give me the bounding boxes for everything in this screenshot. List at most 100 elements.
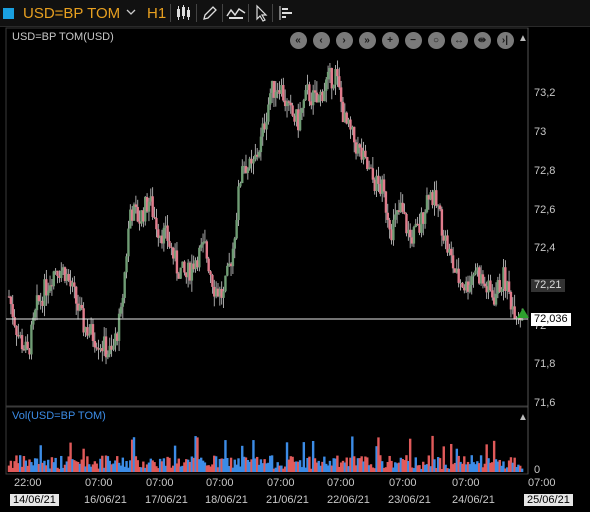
- candle-body: [91, 324, 95, 341]
- candle-body: [26, 341, 29, 349]
- x-time-label: 07:00: [206, 477, 234, 489]
- volume-bar: [520, 468, 524, 472]
- candle-body: [274, 92, 278, 98]
- x-date-label: 16/06/21: [84, 494, 127, 506]
- candle-body: [336, 69, 339, 77]
- candle-body: [265, 121, 268, 130]
- x-time-label: 07:00: [85, 477, 113, 489]
- candle-body: [30, 324, 33, 355]
- candle-body: [450, 248, 453, 256]
- candle-body: [481, 274, 485, 284]
- candle-body: [313, 90, 317, 93]
- candle-body: [88, 333, 91, 336]
- zoom-out-icon[interactable]: −: [402, 30, 424, 50]
- candle-body: [377, 175, 380, 184]
- candle-body: [231, 248, 235, 267]
- last-icon[interactable]: »: [356, 30, 378, 50]
- x-time-label: 22:00: [14, 477, 42, 489]
- candle-body: [287, 101, 291, 103]
- candle-body: [394, 214, 397, 220]
- x-date-label: 24/06/21: [452, 494, 495, 506]
- expand-icon[interactable]: ↔: [448, 30, 470, 50]
- crosshair-price-tag: 72,036: [531, 313, 571, 326]
- candle-body: [323, 90, 326, 102]
- y-tick-label: 71,6: [534, 397, 556, 409]
- x-date-label: 22/06/21: [327, 494, 370, 506]
- chart-canvas[interactable]: [0, 0, 590, 512]
- compress-icon[interactable]: ⇹: [471, 30, 493, 50]
- candle-body: [408, 229, 412, 238]
- play-icon[interactable]: ›: [333, 30, 355, 50]
- y-tick-label: 72,6: [534, 204, 556, 216]
- candle-body: [106, 354, 110, 358]
- candle-body: [435, 190, 438, 206]
- candle-body: [412, 227, 416, 244]
- x-time-label: 07:00: [267, 477, 295, 489]
- candle-body: [257, 152, 261, 157]
- candle-body: [211, 274, 214, 287]
- candle-body: [226, 265, 229, 276]
- x-date-label: 25/06/21: [524, 494, 573, 506]
- x-time-label: 07:00: [528, 477, 556, 489]
- first-icon[interactable]: «: [287, 30, 309, 50]
- candle-body: [259, 136, 263, 153]
- candle-body: [153, 216, 156, 218]
- price-panel-frame: [5, 27, 529, 407]
- candle-body: [300, 108, 304, 113]
- collapse-volume-panel-icon[interactable]: ▲: [517, 412, 529, 424]
- candle-body: [155, 217, 158, 230]
- candle-body: [474, 270, 477, 275]
- candle-body: [289, 102, 292, 106]
- candle-body: [119, 306, 123, 314]
- candle-body: [20, 335, 24, 350]
- volume-bar: [302, 442, 306, 472]
- prev-icon[interactable]: ‹: [310, 30, 332, 50]
- candle-body: [246, 168, 250, 173]
- candle-body: [358, 144, 361, 148]
- candle-body: [269, 93, 272, 105]
- candle-body: [267, 104, 270, 122]
- x-time-label: 07:00: [452, 477, 480, 489]
- x-time-label: 07:00: [389, 477, 417, 489]
- candle-body: [15, 325, 18, 335]
- candle-body: [201, 242, 205, 245]
- y-tick-label: 71,8: [534, 358, 556, 370]
- last-price-tag: 72,21: [531, 279, 565, 292]
- collapse-price-panel-icon[interactable]: ▲: [517, 33, 529, 45]
- candle-body: [364, 150, 367, 158]
- candle-body: [513, 306, 516, 320]
- candle-body: [298, 112, 302, 131]
- candle-body: [423, 212, 427, 224]
- candle-body: [209, 271, 212, 275]
- candle-body: [317, 95, 320, 103]
- candle-body: [338, 76, 341, 88]
- candle-body: [388, 219, 391, 230]
- candle-body: [60, 270, 63, 279]
- candle-body: [175, 250, 179, 274]
- candle-body: [308, 84, 311, 102]
- candle-body: [170, 246, 173, 248]
- volume-zero-label: 0: [534, 464, 541, 476]
- candle-body: [371, 168, 375, 180]
- candle-body: [80, 304, 83, 309]
- price-panel-label: USD=BP TOM(USD): [12, 31, 114, 43]
- x-date-label: 18/06/21: [205, 494, 248, 506]
- candle-body: [520, 319, 524, 321]
- candle-body: [291, 105, 294, 116]
- candle-body: [151, 196, 154, 217]
- candle-body: [282, 85, 285, 101]
- candle-body: [382, 179, 386, 192]
- zoom-in-icon[interactable]: +: [379, 30, 401, 50]
- candle-body: [332, 84, 335, 89]
- candle-body: [494, 293, 498, 305]
- candle-body: [440, 209, 444, 236]
- candle-body: [162, 227, 166, 244]
- volume-bar: [408, 438, 412, 472]
- candle-body: [507, 281, 511, 292]
- candle-body: [205, 241, 208, 259]
- magnify-icon[interactable]: ○: [425, 30, 447, 50]
- candle-body: [95, 347, 98, 349]
- end-icon[interactable]: ›|: [494, 30, 516, 50]
- candle-body: [239, 183, 242, 187]
- candle-body: [224, 275, 227, 292]
